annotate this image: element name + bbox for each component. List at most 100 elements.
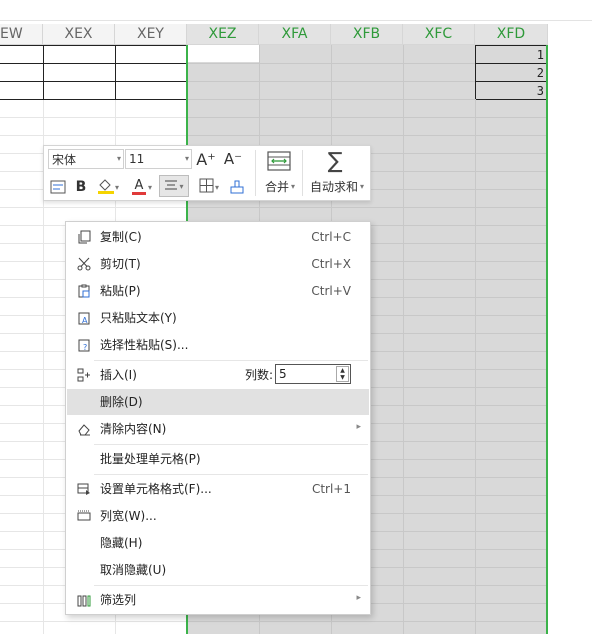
chevron-down-icon: ▾ xyxy=(147,182,152,192)
column-header-xfd[interactable]: XFD xyxy=(475,24,548,45)
column-header-xfc[interactable]: XFC xyxy=(403,24,475,45)
paste-special-icon: ? xyxy=(76,337,92,353)
menu-item-delete[interactable]: 删除(D) xyxy=(67,389,369,415)
column-width-icon xyxy=(76,508,92,524)
wrap-text-icon[interactable] xyxy=(48,177,68,197)
menu-item-label: 复制(C) xyxy=(100,230,142,244)
menu-item-label: 剪切(T) xyxy=(100,257,141,271)
decrease-font-icon: A⁻ xyxy=(223,150,243,168)
font-color-icon: A xyxy=(131,179,146,195)
chevron-down-icon: ▾ xyxy=(214,182,219,192)
border-icon xyxy=(199,178,214,196)
font-size-value: 11 xyxy=(129,152,145,166)
spinner-up-icon[interactable]: ▲ xyxy=(340,367,345,374)
menu-item-label: 列宽(W)... xyxy=(100,509,157,523)
menu-item-label: 选择性粘贴(S)... xyxy=(100,338,189,352)
grid-row-line xyxy=(187,117,548,118)
menu-item-paste[interactable]: 粘贴(P) Ctrl+V xyxy=(67,278,369,304)
grid-row-line xyxy=(187,621,548,622)
menu-item-copy[interactable]: 复制(C) Ctrl+C xyxy=(67,224,369,250)
bold-button[interactable]: B xyxy=(71,177,91,197)
format-painter-icon[interactable] xyxy=(227,177,247,197)
column-count-spinner[interactable]: 5 ▲ ▼ xyxy=(275,364,351,384)
autosum-label: 自动求和 xyxy=(309,179,358,194)
menu-item-unhide[interactable]: 取消隐藏(U) xyxy=(67,557,369,583)
grid-column-line xyxy=(475,45,476,634)
submenu-arrow-icon: ▸ xyxy=(356,593,361,603)
cell-border xyxy=(0,45,187,46)
chevron-down-icon: ▾ xyxy=(291,181,296,191)
svg-text:A: A xyxy=(82,316,88,325)
chevron-down-icon: ▾ xyxy=(184,154,189,163)
autosum-button[interactable]: 自动求和 ▾ xyxy=(306,177,368,195)
chevron-down-icon: ▾ xyxy=(179,181,184,191)
font-color-button[interactable]: A ▾ xyxy=(128,177,156,197)
cell-value: 2 xyxy=(536,66,544,80)
menu-item-shortcut: Ctrl+C xyxy=(311,230,351,244)
menu-item-cut[interactable]: 剪切(T) Ctrl+X xyxy=(67,251,369,277)
menu-item-paste-special[interactable]: ? 选择性粘贴(S)... xyxy=(67,332,369,358)
menu-separator xyxy=(94,444,368,445)
merge-label: 合并 xyxy=(264,179,289,194)
menu-item-clear-contents[interactable]: 清除内容(N) ▸ xyxy=(67,416,369,442)
cell-value: 1 xyxy=(536,48,544,62)
menu-item-label: 取消隐藏(U) xyxy=(100,563,167,577)
font-name-value: 宋体 xyxy=(52,152,77,167)
menu-item-insert[interactable]: 插入(I) 列数: 5 ▲ ▼ xyxy=(67,362,369,388)
selection-border-right xyxy=(546,45,548,634)
cell-value: 3 xyxy=(536,84,544,98)
merge-icon[interactable] xyxy=(264,150,294,172)
borders-button[interactable]: ▾ xyxy=(195,177,223,197)
menu-item-label: 设置单元格格式(F)... xyxy=(100,482,212,496)
merge-button[interactable]: 合并 ▾ xyxy=(260,177,300,195)
column-header-xfa[interactable]: XFA xyxy=(259,24,331,45)
column-header-xey[interactable]: XEY xyxy=(115,24,187,45)
sum-icon[interactable]: ∑ xyxy=(324,149,346,174)
svg-text:?: ? xyxy=(83,343,87,352)
menu-item-paste-text-only[interactable]: A 只粘贴文本(Y) xyxy=(67,305,369,331)
menu-item-label: 插入(I) xyxy=(100,368,137,382)
context-menu: 复制(C) Ctrl+C 剪切(T) Ctrl+X 粘贴(P) Ctrl+V A… xyxy=(65,221,371,615)
column-header-ew[interactable]: EW xyxy=(0,24,43,45)
paste-text-icon: A xyxy=(76,310,92,326)
increase-font-size-button[interactable]: A⁺ xyxy=(196,149,216,169)
column-header-xez[interactable]: XEZ xyxy=(187,24,259,45)
bold-label: B xyxy=(75,179,87,195)
grid-column-line xyxy=(403,45,404,634)
filter-column-icon xyxy=(76,592,92,608)
column-header-xex[interactable]: XEX xyxy=(43,24,115,45)
active-cell[interactable] xyxy=(188,45,259,62)
menu-item-format-cells[interactable]: 设置单元格格式(F)... Ctrl+1 xyxy=(67,476,369,502)
format-cells-icon xyxy=(76,481,92,497)
align-button[interactable]: ▾ xyxy=(159,175,189,197)
font-name-select[interactable]: 宋体 ▾ xyxy=(48,149,124,169)
grid-row-line xyxy=(187,207,548,208)
menu-item-label: 删除(D) xyxy=(100,395,143,409)
menu-item-filter-column[interactable]: 筛选列 ▸ xyxy=(67,587,369,613)
menu-item-label: 只粘贴文本(Y) xyxy=(100,311,177,325)
decrease-font-size-button[interactable]: A⁻ xyxy=(223,149,243,169)
fill-color-button[interactable]: ▾ xyxy=(93,177,123,197)
menu-item-label: 粘贴(P) xyxy=(100,284,141,298)
menu-item-shortcut: Ctrl+X xyxy=(311,257,351,271)
menu-item-hide[interactable]: 隐藏(H) xyxy=(67,530,369,556)
menu-item-label: 隐藏(H) xyxy=(100,536,143,550)
mini-toolbar: 宋体 ▾ 11 ▾ A⁺ A⁻ 合并 ▾ ∑ 自动求和 ▾ B ▾ A ▾ ▾ ▾ xyxy=(43,145,371,201)
spinner-down-icon[interactable]: ▼ xyxy=(340,374,345,381)
spinner-buttons[interactable]: ▲ ▼ xyxy=(336,366,349,382)
menu-item-shortcut: Ctrl+V xyxy=(311,284,351,298)
chevron-down-icon: ▾ xyxy=(360,181,365,191)
top-strip xyxy=(0,0,592,20)
cell-border xyxy=(0,81,187,82)
menu-item-shortcut: Ctrl+1 xyxy=(311,482,351,496)
menu-item-label: 筛选列 xyxy=(100,593,137,607)
column-header-xfb[interactable]: XFB xyxy=(331,24,403,45)
menu-item-batch-process[interactable]: 批量处理单元格(P) xyxy=(67,446,369,472)
cell-border xyxy=(115,45,116,99)
menu-item-column-width[interactable]: 列宽(W)... xyxy=(67,503,369,529)
column-count-label: 列数: xyxy=(245,368,274,382)
column-count-value[interactable]: 5 xyxy=(279,366,287,382)
clipboard-icon xyxy=(76,283,92,299)
font-size-select[interactable]: 11 ▾ xyxy=(125,149,192,169)
copy-icon xyxy=(76,229,92,245)
